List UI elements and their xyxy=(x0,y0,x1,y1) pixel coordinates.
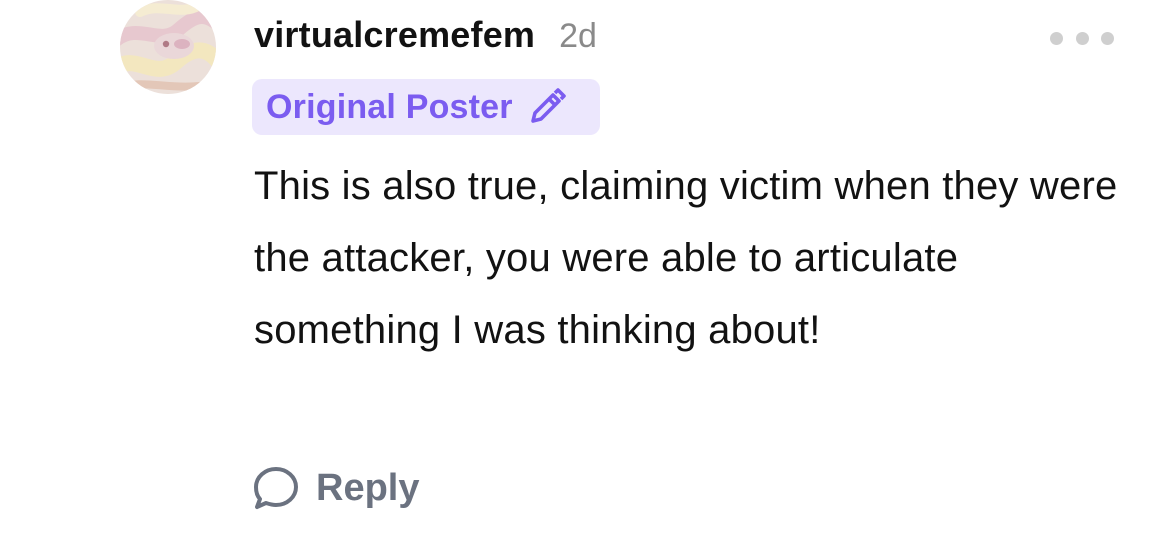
pencil-icon xyxy=(530,88,566,123)
more-dots-icon xyxy=(1075,31,1089,45)
comment-header: virtualcremefem 2d xyxy=(254,14,597,62)
comment-body: This is also true, claiming victim when … xyxy=(254,164,1118,352)
original-poster-badge: Original Poster xyxy=(252,79,600,135)
timestamp: 2d xyxy=(559,17,597,55)
username[interactable]: virtualcremefem xyxy=(254,14,535,56)
more-options-button[interactable] xyxy=(1050,26,1114,50)
reply-button[interactable]: Reply xyxy=(252,458,419,518)
speech-bubble-icon xyxy=(254,467,298,509)
reply-label: Reply xyxy=(316,466,420,509)
more-dots-icon xyxy=(1050,31,1063,45)
avatar[interactable] xyxy=(120,0,216,94)
snake-avatar-icon xyxy=(120,0,216,94)
comment: virtualcremefem 2d Original Poster This … xyxy=(0,0,1170,553)
original-poster-label: Original Poster xyxy=(266,87,513,126)
more-dots-icon xyxy=(1101,31,1114,45)
